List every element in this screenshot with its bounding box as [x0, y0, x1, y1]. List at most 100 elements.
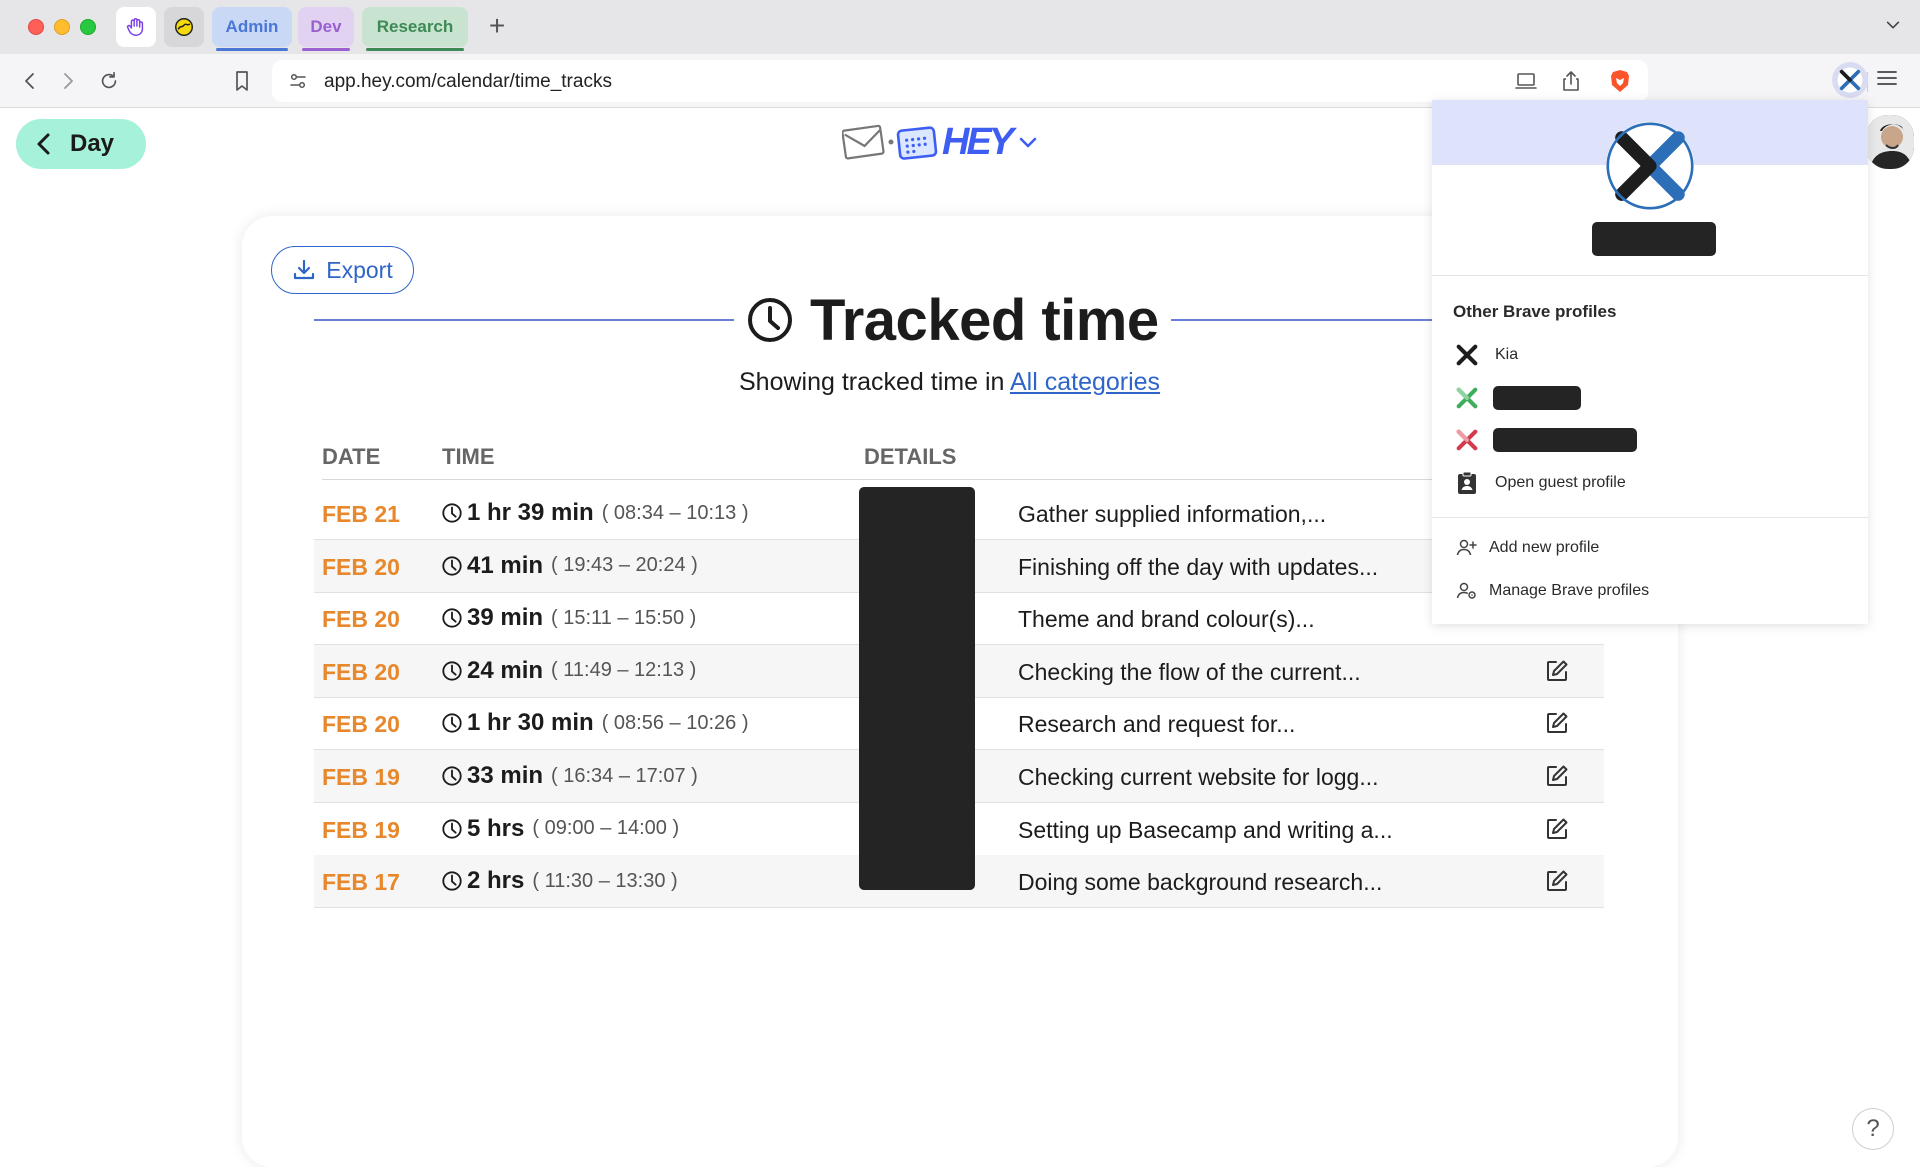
edit-icon	[1547, 870, 1568, 892]
back-button[interactable]	[17, 68, 43, 94]
hamburger-icon	[1877, 71, 1897, 85]
entry-details[interactable]: Checking the flow of the current...	[1018, 659, 1361, 686]
edit-entry-button[interactable]	[1544, 658, 1570, 684]
entry-date: FEB 17	[322, 869, 400, 896]
brave-shields-button[interactable]	[1608, 69, 1632, 93]
entry-details[interactable]: Research and request for...	[1018, 711, 1295, 738]
main-menu-button[interactable]	[1876, 68, 1898, 93]
tab-list-button[interactable]	[1884, 16, 1902, 39]
entry-date: FEB 19	[322, 816, 400, 843]
share-button[interactable]	[1559, 69, 1583, 93]
site-settings-button[interactable]	[286, 69, 310, 93]
title-rule-left	[314, 319, 734, 321]
envelope-icon	[842, 124, 885, 160]
entry-time: 1 hr 39 min ( 08:34 – 10:13 )	[441, 499, 749, 527]
address-bar[interactable]: app.hey.com/calendar/time_tracks	[272, 60, 1868, 102]
profile-avatar-icon	[1453, 341, 1481, 369]
entry-duration: 5 hrs	[467, 814, 525, 842]
entry-time-range: ( 11:30 – 13:30 )	[532, 869, 678, 892]
edit-entry-button[interactable]	[1544, 816, 1570, 842]
hand-icon	[126, 18, 144, 36]
entry-date: FEB 20	[322, 553, 400, 580]
calendar-icon	[896, 126, 938, 160]
entry-duration: 33 min	[467, 762, 544, 789]
edit-entry-button[interactable]	[1544, 868, 1570, 894]
profile-item-redacted-2[interactable]	[1453, 425, 1637, 455]
export-label: Export	[326, 256, 393, 283]
entry-details[interactable]: Finishing off the day with updates...	[1018, 554, 1378, 581]
hey-logo-text: HEY	[942, 120, 1014, 163]
clock-icon	[442, 713, 462, 734]
redacted-category-column	[859, 487, 975, 890]
edit-entry-button[interactable]	[1544, 710, 1570, 736]
entry-duration: 39 min	[467, 604, 544, 632]
clock-icon	[442, 766, 462, 786]
chevron-down-icon	[1886, 21, 1900, 29]
entry-time-range: ( 08:56 – 10:26 )	[601, 711, 749, 734]
edit-icon	[1547, 660, 1568, 681]
export-button[interactable]: Export	[271, 246, 414, 294]
tab-group-dev[interactable]: Dev	[298, 7, 354, 51]
entry-time: 5 hrs ( 09:00 – 14:00 )	[441, 815, 679, 843]
profile-avatar-icon	[1606, 122, 1694, 210]
page-title: Tracked time	[746, 287, 1159, 353]
column-header-details: DETAILS	[864, 444, 957, 469]
profile-item-kia[interactable]: Kia	[1453, 340, 1518, 370]
clock-icon	[442, 818, 462, 839]
clock-icon	[442, 661, 462, 681]
add-new-profile-item[interactable]: Add new profile	[1453, 533, 1599, 563]
new-tab-button[interactable]: +	[482, 12, 512, 42]
url-text[interactable]: app.hey.com/calendar/time_tracks	[324, 71, 612, 93]
entry-details[interactable]: Doing some background research...	[1018, 869, 1382, 896]
profile-avatar-icon	[1453, 384, 1481, 412]
cast-button[interactable]	[1514, 69, 1538, 93]
profile-avatar-icon	[1837, 67, 1863, 93]
table-header: DATE TIME DETAILS	[322, 440, 1604, 480]
entry-details[interactable]: Gather supplied information,...	[1018, 501, 1326, 528]
profile-item-redacted-1[interactable]	[1453, 383, 1581, 413]
manage-profiles-item[interactable]: Manage Brave profiles	[1453, 576, 1649, 606]
bookmark-button[interactable]	[229, 68, 255, 94]
pinned-tab-1[interactable]	[116, 7, 156, 47]
entry-duration: 1 hr 39 min	[467, 499, 594, 526]
guest-badge-icon	[1453, 469, 1481, 497]
bookmark-icon	[236, 71, 248, 91]
entry-time: 24 min ( 11:49 – 12:13 )	[441, 657, 696, 685]
entry-date: FEB 19	[322, 764, 400, 790]
edit-entry-button[interactable]	[1544, 763, 1570, 789]
column-header-date: DATE	[322, 444, 381, 469]
entry-details[interactable]: Theme and brand colour(s)...	[1018, 606, 1315, 633]
page-title-text: Tracked time	[810, 287, 1159, 353]
entry-details[interactable]: Checking current website for logg...	[1018, 764, 1379, 791]
back-to-day-button[interactable]: Day	[16, 119, 146, 169]
user-avatar[interactable]	[1866, 115, 1914, 169]
help-button[interactable]: ?	[1852, 1108, 1894, 1150]
entry-time-range: ( 11:49 – 12:13 )	[551, 659, 697, 682]
entry-time: 33 min ( 16:34 – 17:07 )	[441, 762, 698, 790]
tab-group-label: Admin	[225, 17, 279, 36]
redacted-profile-name	[1493, 428, 1637, 452]
tab-group-research[interactable]: Research	[362, 7, 468, 51]
tab-group-admin[interactable]: Admin	[212, 7, 292, 51]
manage-profiles-label: Manage Brave profiles	[1489, 582, 1650, 599]
close-window-button[interactable]	[28, 19, 44, 35]
clock-icon	[442, 608, 462, 628]
open-guest-profile-item[interactable]: Open guest profile	[1453, 468, 1626, 498]
entry-details[interactable]: Setting up Basecamp and writing a...	[1018, 817, 1393, 844]
reload-button[interactable]	[96, 68, 122, 94]
add-new-profile-label: Add new profile	[1489, 539, 1600, 556]
edit-icon	[1547, 765, 1568, 786]
hey-menu-button[interactable]: HEY	[842, 118, 1039, 166]
manage-people-icon	[1453, 577, 1481, 605]
clock-icon	[748, 298, 792, 342]
profile-name: Kia	[1495, 346, 1519, 363]
forward-button[interactable]	[55, 68, 81, 94]
tab-group-label: Dev	[310, 17, 342, 36]
entry-date: FEB 20	[322, 658, 400, 685]
profile-button[interactable]	[1832, 62, 1868, 98]
minimize-window-button[interactable]	[54, 19, 70, 35]
category-filter-link[interactable]: All categories	[1010, 368, 1160, 396]
dot-icon	[888, 139, 894, 145]
zoom-window-button[interactable]	[80, 19, 96, 35]
pinned-tab-2[interactable]	[164, 7, 204, 47]
